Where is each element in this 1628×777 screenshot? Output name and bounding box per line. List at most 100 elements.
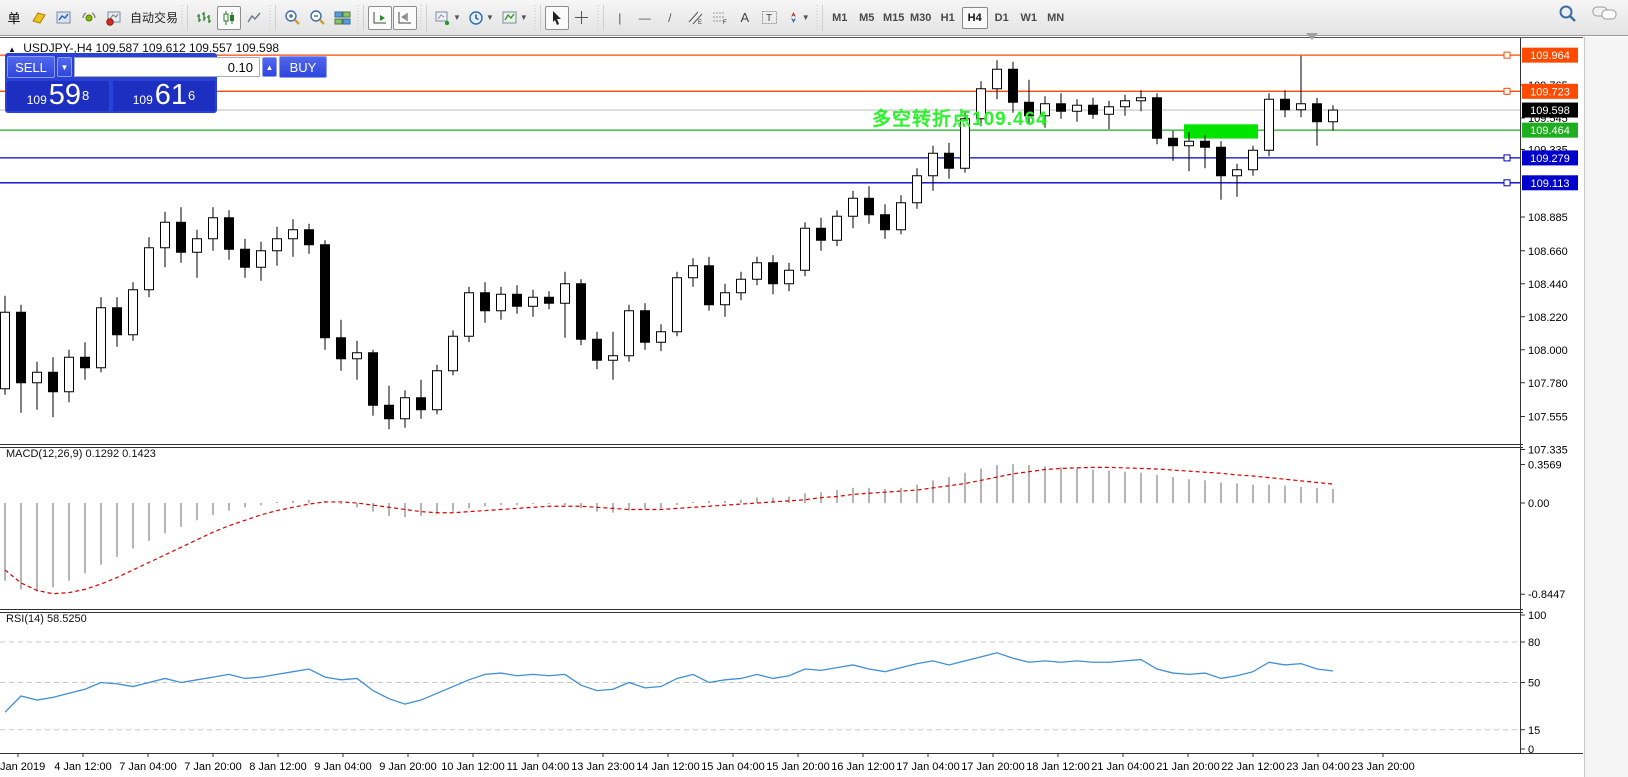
candle-body [881,215,890,230]
candle-body [465,293,474,337]
candle-body [1057,104,1066,112]
candle-body [1329,110,1338,122]
candle-body [481,293,490,311]
candle-body [833,216,842,240]
time-tick-label[interactable]: 9 Jan 04:00 [314,761,372,773]
candle-body [801,228,810,270]
time-tick-label[interactable]: 9 Jan 20:00 [379,761,437,773]
current-price-label-text: 109.598 [1530,105,1570,117]
level-handle[interactable] [1504,155,1510,161]
candle-body [1233,170,1242,176]
time-tick-label[interactable]: 15 Jan 20:00 [766,761,830,773]
candle-body [305,230,314,245]
time-tick-label[interactable]: 10 Jan 12:00 [441,761,505,773]
time-tick-label[interactable]: 21 Jan 20:00 [1156,761,1220,773]
time-tick-label[interactable]: 18 Jan 12:00 [1026,761,1090,773]
candle-body [209,218,218,239]
level-handle[interactable] [1504,180,1510,186]
rsi-tick-label: 0 [1528,744,1534,756]
buy-price-integer: 109 [133,90,153,110]
candle-body [593,339,602,360]
price-tick-label: 108.440 [1528,279,1568,291]
candle-body [1105,107,1114,115]
candle-body [17,312,26,383]
volume-down-button[interactable]: ▼ [57,57,72,77]
candle-body [1,312,10,389]
candle-body [561,284,570,304]
candle-body [177,222,186,252]
candle-body [1089,105,1098,114]
candle-body [529,297,538,306]
candle-body [417,398,426,410]
candle-body [81,357,90,368]
candle-body [497,294,506,311]
time-tick-label[interactable]: 4 Jan 12:00 [54,761,112,773]
level-handle[interactable] [1504,88,1510,94]
candle-body [65,357,74,392]
buy-price-display[interactable]: 109 61 6 [113,81,215,111]
time-tick-label[interactable]: 3 Jan 2019 [0,761,45,773]
buy-price-main: 61 [155,81,187,110]
green-rectangle-object[interactable] [1184,124,1258,138]
candle-body [1009,69,1018,102]
time-tick-label[interactable]: 8 Jan 12:00 [249,761,307,773]
rsi-tick-label: 80 [1528,637,1540,649]
time-tick-label[interactable]: 13 Jan 23:00 [571,761,635,773]
volume-up-button[interactable]: ▲ [262,57,277,77]
candle-body [545,297,554,303]
volume-input[interactable] [74,57,260,77]
time-tick-label[interactable]: 14 Jan 12:00 [636,761,700,773]
macd-label: MACD(12,26,9) 0.1292 0.1423 [6,448,156,460]
level-handle[interactable] [1504,52,1510,58]
candle-body [865,198,874,215]
candle-body [849,198,858,216]
sell-price-integer: 109 [27,90,47,110]
price-tick-label: 108.000 [1528,345,1568,357]
candle-body [609,356,618,361]
macd-tick-label: 0.3569 [1528,459,1562,471]
time-tick-label[interactable]: 23 Jan 20:00 [1351,761,1415,773]
candle-body [577,284,586,340]
candle-body [769,263,778,284]
time-tick-label[interactable]: 21 Jan 04:00 [1091,761,1155,773]
candle-body [225,218,234,250]
candle-body [257,251,266,268]
time-tick-label[interactable]: 7 Jan 04:00 [119,761,177,773]
window-right-strip [1584,37,1628,777]
candle-body [689,266,698,278]
candle-body [721,293,730,305]
candle-body [625,311,634,356]
price-tick-label: 107.335 [1528,445,1568,457]
candle-body [1073,105,1082,111]
candle-body [1185,141,1194,146]
one-click-trade-panel: SELL ▼ ▲ BUY 109 59 8 109 61 6 [5,53,217,113]
candle-body [385,405,394,419]
time-tick-label[interactable]: 11 Jan 04:00 [507,761,570,773]
candle-body [289,230,298,239]
time-tick-label[interactable]: 16 Jan 12:00 [831,761,895,773]
candle-body [1169,138,1178,146]
buy-button[interactable]: BUY [279,56,327,78]
candle-body [1281,99,1290,110]
candle-body [785,270,794,284]
sell-price-display[interactable]: 109 59 8 [7,81,109,111]
time-tick-label[interactable]: 15 Jan 04:00 [701,761,765,773]
price-tick-label: 107.555 [1528,412,1568,424]
time-tick-label[interactable]: 23 Jan 04:00 [1286,761,1350,773]
chart-canvas: 109.765109.545109.335108.885108.660108.4… [0,0,1628,777]
candle-body [929,153,938,176]
time-tick-label[interactable]: 17 Jan 04:00 [896,761,960,773]
chart-shift-marker[interactable] [1306,33,1318,40]
sell-button[interactable]: SELL [7,56,55,78]
candle-body [49,372,58,392]
candle-body [1313,104,1322,122]
time-tick-label[interactable]: 7 Jan 20:00 [184,761,242,773]
time-tick-label[interactable]: 22 Jan 12:00 [1221,761,1285,773]
candle-body [97,308,106,368]
candle-body [913,176,922,203]
candle-body [113,308,122,335]
candle-body [241,249,250,267]
candle-body [1121,101,1130,107]
time-tick-label[interactable]: 17 Jan 20:00 [961,761,1025,773]
price-label-text: 109.964 [1530,50,1570,62]
